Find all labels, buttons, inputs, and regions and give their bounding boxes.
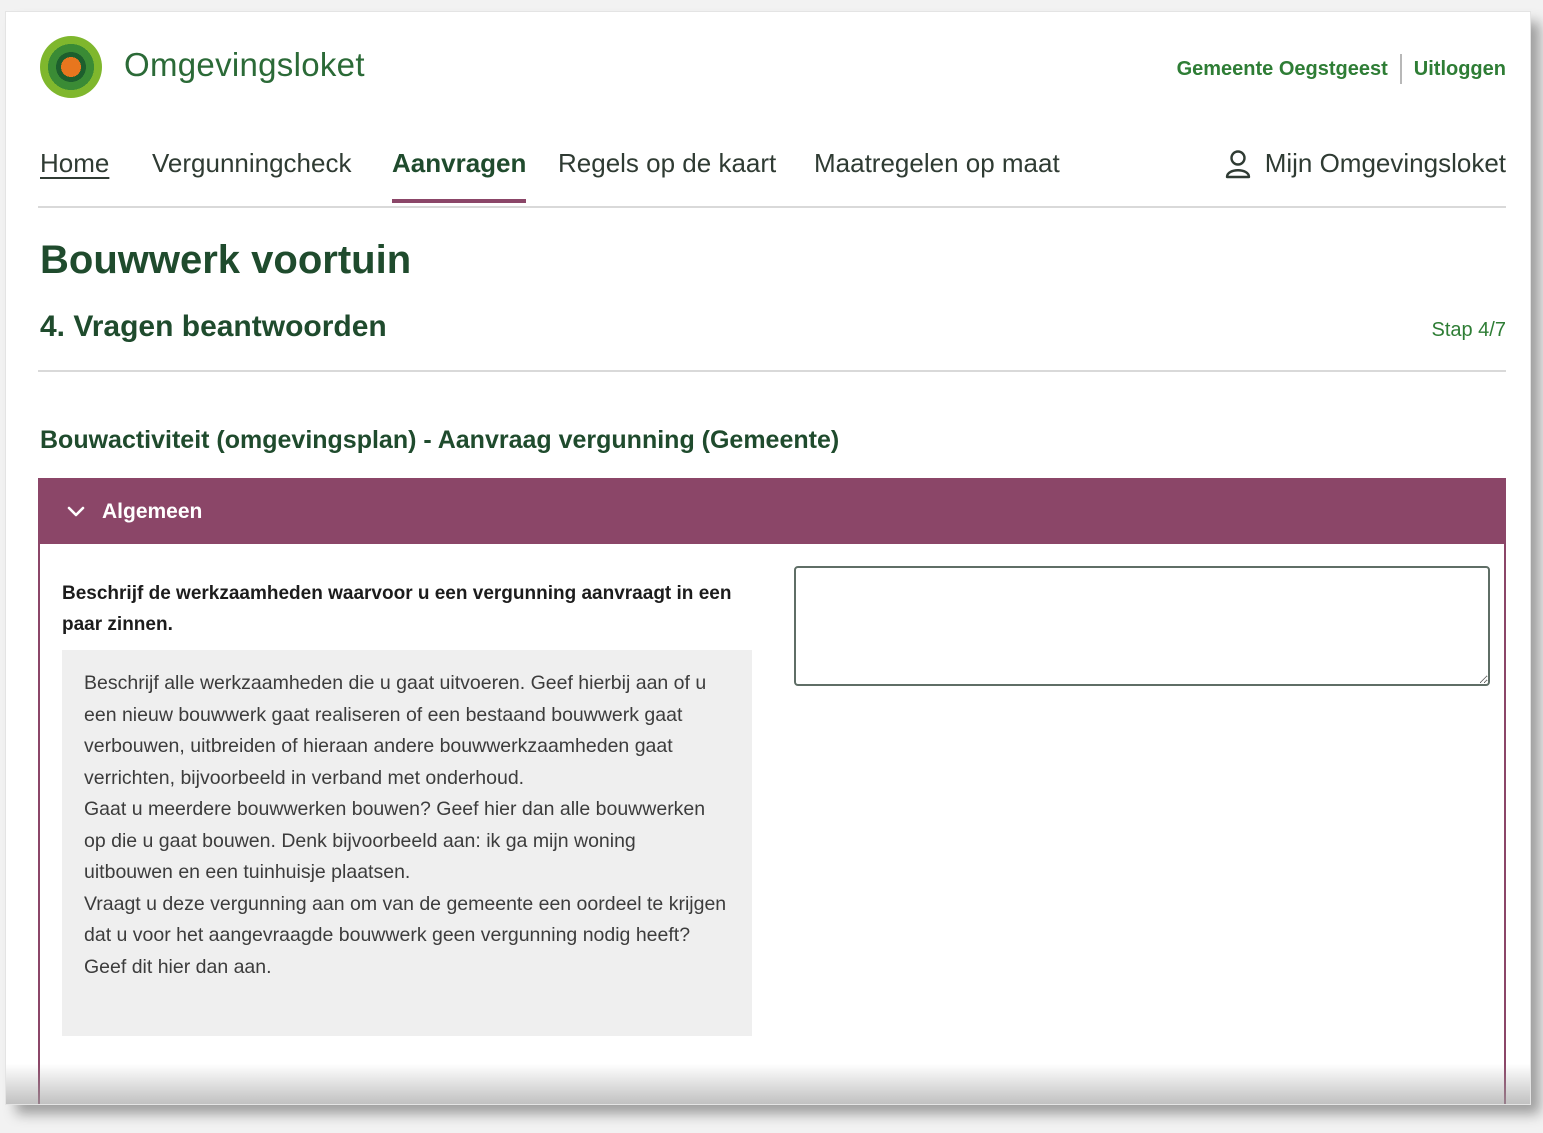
omgevingsloket-logo-icon[interactable] (40, 36, 102, 98)
main-navigation: Home Vergunningcheck Aanvragen Regels op… (38, 130, 1506, 208)
step-counter: Stap 4/7 (1431, 319, 1506, 341)
help-paragraph: Vraagt u deze vergunning aan om van de g… (84, 892, 727, 978)
browser-frame: Omgevingsloket Gemeente Oegstgeest Uitlo… (6, 12, 1530, 1104)
help-paragraph: Gaat u meerdere bouwwerken bouwen? Geef … (84, 798, 706, 883)
question-label: Beschrijf de werkzaamheden waarvoor u ee… (62, 583, 732, 635)
bottom-shadow (6, 1064, 1530, 1104)
site-header: Omgevingsloket Gemeente Oegstgeest Uitlo… (38, 12, 1506, 122)
chevron-down-icon (67, 506, 85, 517)
page-title: Bouwwerk voortuin (40, 238, 412, 282)
top-links: Gemeente Oegstgeest Uitloggen (1177, 54, 1506, 84)
description-textarea[interactable] (794, 566, 1490, 686)
activity-heading: Bouwactiviteit (omgevingsplan) - Aanvraa… (40, 426, 840, 454)
help-paragraph: Beschrijf alle werkzaamheden die u gaat … (84, 672, 707, 789)
logout-link[interactable]: Uitloggen (1414, 58, 1506, 81)
help-text-box: Beschrijf alle werkzaamheden die u gaat … (62, 650, 752, 1036)
section-panel-algemeen: Algemeen Beschrijf de werkzaamheden waar… (38, 478, 1506, 1104)
header-divider (38, 370, 1506, 372)
nav-item-maatregelen-op-maat[interactable]: Maatregelen op maat (814, 148, 1060, 197)
section-title: Algemeen (102, 500, 203, 523)
account-label: Mijn Omgevingsloket (1264, 148, 1506, 178)
municipality-link[interactable]: Gemeente Oegstgeest (1177, 58, 1388, 81)
user-icon (1225, 149, 1250, 178)
nav-item-aanvragen[interactable]: Aanvragen (392, 148, 527, 203)
nav-item-vergunningcheck[interactable]: Vergunningcheck (152, 148, 351, 197)
account-link[interactable]: Mijn Omgevingsloket (1225, 148, 1506, 179)
nav-item-regels-op-de-kaart[interactable]: Regels op de kaart (558, 148, 776, 197)
section-toggle-algemeen[interactable]: Algemeen (40, 480, 1504, 544)
nav-item-home[interactable]: Home (40, 148, 109, 197)
step-heading: 4. Vragen beantwoorden (40, 310, 387, 343)
brand-name[interactable]: Omgevingsloket (124, 46, 365, 84)
top-links-divider (1399, 54, 1402, 84)
